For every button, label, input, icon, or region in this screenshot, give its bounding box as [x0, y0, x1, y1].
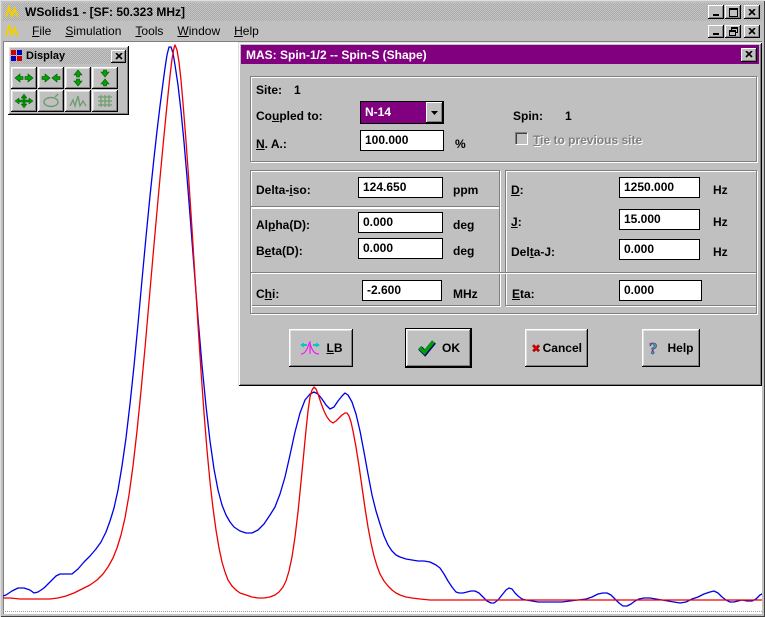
display-icon	[11, 50, 23, 62]
mdi-close-button[interactable]	[744, 25, 760, 38]
delta-iso-label: Delta-iso:	[256, 184, 311, 197]
mdi-restore-button[interactable]	[725, 25, 741, 38]
check-icon	[417, 339, 437, 357]
na-input[interactable]: 100.000	[360, 130, 444, 151]
display-palette-title: Display	[26, 50, 110, 62]
mdi-system-icon[interactable]	[5, 24, 21, 38]
menu-help[interactable]: Help	[227, 22, 266, 40]
display-palette-buttons	[10, 66, 127, 113]
expand-vertical-button[interactable]	[65, 67, 91, 89]
dropdown-arrow-icon[interactable]	[426, 102, 443, 123]
app-icon[interactable]	[5, 5, 21, 19]
tie-previous-site-label: Tie to previous site	[533, 134, 642, 147]
peak-pick-button	[65, 90, 91, 112]
expand-vertical-icon	[70, 69, 86, 87]
region-select-icon	[41, 93, 61, 109]
shrink-vertical-button[interactable]	[92, 67, 118, 89]
shrink-horizontal-button[interactable]	[38, 67, 64, 89]
delta-iso-unit: ppm	[453, 184, 478, 197]
delta-j-unit: Hz	[713, 246, 728, 259]
expand-horizontal-button[interactable]	[11, 67, 37, 89]
chi-input[interactable]: -2.600	[362, 280, 442, 301]
menu-window[interactable]: Window	[170, 22, 227, 40]
eta-input[interactable]: 0.000	[619, 280, 702, 301]
coupled-to-label: Coupled to:	[256, 110, 323, 123]
menu-tools[interactable]: Tools	[128, 22, 170, 40]
svg-text:?: ?	[649, 339, 658, 357]
delta-j-label: Delta-J:	[511, 246, 555, 259]
grid-icon	[95, 93, 115, 109]
j-label: J:	[511, 216, 522, 229]
grid-button	[92, 90, 118, 112]
site-value: 1	[294, 84, 301, 97]
j-unit: Hz	[713, 216, 728, 229]
title-bar: WSolids1 - [SF: 50.323 MHz]	[3, 3, 762, 21]
mdi-minimize-button[interactable]	[708, 25, 724, 38]
shrink-vertical-icon	[97, 69, 113, 87]
help-button[interactable]: ? Help	[642, 329, 700, 367]
na-unit: %	[455, 138, 466, 151]
cancel-button[interactable]: Cancel	[525, 329, 588, 367]
na-label: N. A.:	[256, 138, 287, 151]
delta-j-input[interactable]: 0.000	[619, 239, 700, 260]
eta-label: Eta:	[512, 288, 535, 301]
window-resize-edge	[3, 611, 762, 612]
site-label: Site:	[256, 84, 282, 97]
display-palette-title-bar[interactable]: Display	[10, 48, 127, 64]
coupled-to-value: N-14	[361, 102, 426, 123]
minimize-button[interactable]	[708, 5, 724, 19]
line-broadening-icon	[299, 339, 321, 357]
expand-all-button[interactable]	[11, 90, 37, 112]
tie-previous-site-checkbox	[515, 132, 528, 145]
chi-label: Chi:	[256, 288, 279, 301]
help-button-label: Help	[667, 341, 693, 355]
d-label: D:	[511, 184, 524, 197]
alpha-label: Alpha(D):	[256, 219, 310, 232]
menu-file[interactable]: File	[25, 22, 58, 40]
ok-button-label: OK	[442, 341, 460, 355]
site-group	[250, 76, 757, 162]
window-title: WSolids1 - [SF: 50.323 MHz]	[25, 5, 707, 19]
question-mark-icon: ?	[648, 339, 662, 357]
beta-input[interactable]: 0.000	[358, 238, 443, 259]
d-unit: Hz	[713, 184, 728, 197]
menu-simulation[interactable]: Simulation	[58, 22, 128, 40]
expand-horizontal-icon	[14, 70, 34, 86]
shrink-horizontal-icon	[41, 70, 61, 86]
cancel-button-label: Cancel	[543, 341, 582, 355]
beta-unit: deg	[453, 245, 474, 258]
j-input[interactable]: 15.000	[619, 209, 700, 230]
peak-pick-icon	[68, 93, 88, 109]
chi-unit: MHz	[453, 288, 478, 301]
application-window: WSolids1 - [SF: 50.323 MHz] File Simulat…	[0, 0, 765, 617]
display-close-button[interactable]	[111, 50, 126, 63]
dialog-close-button[interactable]	[741, 48, 757, 62]
dialog-title-bar[interactable]: MAS: Spin-1/2 -- Spin-S (Shape)	[241, 45, 759, 64]
mas-dialog: MAS: Spin-1/2 -- Spin-S (Shape) Site: 1 …	[238, 42, 762, 386]
display-palette: Display	[8, 46, 129, 115]
region-select-button	[38, 90, 64, 112]
d-input[interactable]: 1250.000	[619, 177, 700, 198]
beta-label: Beta(D):	[256, 245, 303, 258]
spin-value: 1	[565, 110, 572, 123]
maximize-button[interactable]	[725, 5, 741, 19]
dialog-title: MAS: Spin-1/2 -- Spin-S (Shape)	[246, 48, 740, 62]
alpha-unit: deg	[453, 219, 474, 232]
delta-iso-input[interactable]: 124.650	[358, 177, 443, 198]
alpha-input[interactable]: 0.000	[358, 212, 443, 233]
close-button[interactable]	[744, 5, 760, 19]
spin-label: Spin:	[513, 110, 543, 123]
expand-all-icon	[14, 93, 34, 109]
lb-button[interactable]: LB	[289, 329, 353, 367]
window-controls	[707, 5, 760, 19]
coupled-to-dropdown[interactable]: N-14	[360, 101, 444, 124]
menu-bar: File Simulation Tools Window Help	[3, 21, 762, 42]
x-icon	[531, 340, 541, 356]
ok-button[interactable]: OK	[405, 328, 472, 368]
lb-button-label: LB	[326, 341, 342, 355]
